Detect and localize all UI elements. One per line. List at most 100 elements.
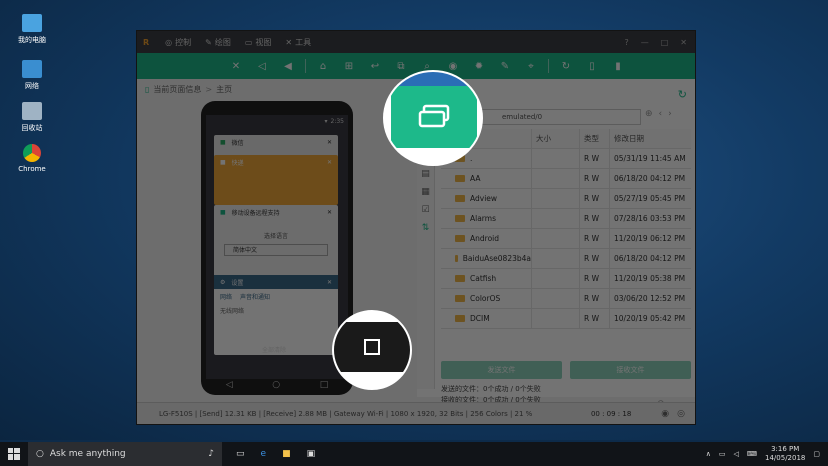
maximize-button[interactable]: □ [661,38,669,47]
settings-tab[interactable]: 网络 [220,292,232,301]
col-type[interactable]: 类型 [579,129,609,148]
nav-forward-icon[interactable]: › [668,109,672,119]
refresh-icon[interactable]: ↻ [678,88,687,101]
phone-alt-icon[interactable]: ▮ [605,56,631,76]
close-card-icon[interactable]: ✕ [327,159,338,166]
close-button[interactable]: ✕ [680,38,687,47]
microphone-icon[interactable]: ♪ [208,449,214,459]
new-folder-icon[interactable]: ⊕ [645,109,653,119]
phone-nav-bar: ◁ ○ □ [206,377,348,393]
desktop-icon-computer[interactable]: 我的电脑 [12,14,52,45]
table-row[interactable]: Adview R W 05/27/19 05:45 PM [441,189,691,209]
wifi-icon: ▾ [324,117,328,125]
col-size[interactable]: 大小 [531,129,579,148]
tray-arrow-icon[interactable]: ∧ [706,450,711,458]
table-row[interactable]: DCIM R W 10/20/19 05:42 PM [441,309,691,329]
file-date: 11/20/19 06:12 PM [609,229,691,248]
network-icon[interactable]: ▭ [719,450,726,458]
volume-up-icon[interactable]: ◀ [275,56,301,76]
menu-draw[interactable]: ✎ 绘图 [205,37,231,48]
close-card-icon[interactable]: ✕ [327,139,338,146]
recent-card-express[interactable]: ■ 快递 ✕ [214,155,338,205]
table-row[interactable]: Catfish R W 11/20/19 05:38 PM [441,269,691,289]
phone-recents-button[interactable]: □ [320,380,329,390]
file-type: R W [579,289,609,308]
brush-icon[interactable]: ✎ [492,56,518,76]
transfer-tab-icon[interactable]: ⇅ [422,223,430,233]
taskbar-search[interactable]: ○ Ask me anything ♪ [28,442,222,466]
file-size [531,289,579,308]
table-row[interactable]: ColorOS R W 03/06/20 12:52 PM [441,289,691,309]
record-icon[interactable]: ◎ [677,409,685,419]
menu-tools[interactable]: ✕ 工具 [285,37,311,48]
file-tab-icon[interactable]: ▤ [421,169,430,179]
col-date[interactable]: 修改日期 [609,129,691,148]
phone-back-button[interactable]: ◁ [226,380,233,390]
nav-back-icon[interactable]: ‹ [659,109,663,119]
doc-tab-icon[interactable]: ▦ [421,187,430,197]
table-row[interactable]: BaiduAse0823b4a R W 06/18/20 04:12 PM [441,249,691,269]
keyboard-icon[interactable]: ⌨ [747,450,757,458]
camera-icon[interactable]: ◉ [661,409,669,419]
table-row[interactable]: . R W 05/31/19 11:45 AM [441,149,691,169]
task-view-icon[interactable]: ▭ [236,449,245,459]
card-title: 微信 [231,139,244,147]
file-side-tabs: ▤ ▦ ☑ ⇅ [417,129,435,389]
send-file-button[interactable]: 发送文件 [441,361,562,379]
phone-home-button[interactable]: ○ [272,380,280,390]
magnified-phone-recents-button [334,322,410,372]
breadcrumb-root[interactable]: 当前页面信息 [153,84,201,95]
file-explorer-icon[interactable]: ■ [282,449,291,459]
mute-icon[interactable]: ✕ [223,56,249,76]
desktop-icon-label: Chrome [18,165,46,173]
desktop-icon-label: 我的电脑 [18,36,46,44]
start-button[interactable] [0,448,28,460]
desktop-icon-network[interactable]: 网络 [12,60,52,91]
table-row[interactable]: Alarms R W 07/28/16 03:53 PM [441,209,691,229]
file-type: R W [579,149,609,168]
file-type: R W [579,309,609,328]
wechat-icon: ■ [220,138,226,146]
check-tab-icon[interactable]: ☑ [421,205,429,215]
desktop-icon-recycle-bin[interactable]: 回收站 [12,102,52,133]
store-icon[interactable]: ▣ [307,449,316,459]
pin-icon[interactable]: ⌖ [518,56,544,76]
phone-icon[interactable]: ▯ [579,56,605,76]
receive-file-button[interactable]: 接收文件 [570,361,691,379]
table-row[interactable]: AA R W 06/18/20 04:12 PM [441,169,691,189]
close-card-icon[interactable]: ✕ [327,279,338,286]
phone-status-bar: ▾ 2:35 [206,115,348,127]
phone-screen[interactable]: ▾ 2:35 ■ 微信 ✕ ■ 快递 ✕ ■ 移动设备远程支持 ✕ 选择语言 简体中文 ⚙ 设… [206,115,348,379]
settings-tabs: 网络 声音和通知 [214,289,338,304]
home-icon[interactable]: ⌂ [310,56,336,76]
close-card-icon[interactable]: ✕ [327,209,338,216]
table-row[interactable]: Android R W 11/20/19 06:12 PM [441,229,691,249]
language-select[interactable]: 简体中文 [224,244,328,256]
apps-icon[interactable]: ⊞ [336,56,362,76]
edge-icon[interactable]: e [261,449,267,459]
windows-logo-icon [8,448,20,460]
desktop-icon-chrome[interactable]: Chrome [12,144,52,173]
status-icons: ◉ ◎ [661,409,685,419]
rotate-icon[interactable]: ↻ [553,56,579,76]
taskbar-clock[interactable]: 3:16 PM 14/05/2018 [765,445,805,463]
menu-control[interactable]: ◎ 控制 [165,37,191,48]
phone-outline-icon: ▯ [145,84,150,94]
menu-view[interactable]: ▭ 视图 [245,37,272,48]
file-name: . [470,154,473,163]
help-button[interactable]: ? [624,38,628,47]
tools-icon: ✕ [285,37,293,47]
minimize-button[interactable]: — [641,38,649,47]
volume-icon[interactable]: ◁ [734,450,739,458]
volume-down-icon[interactable]: ◁ [249,56,275,76]
notifications-icon[interactable]: ▢ [813,450,820,458]
title-bar: R ◎ 控制 ✎ 绘图 ▭ 视图 ✕ 工具 ? — □ ✕ [137,31,695,53]
recent-card-settings[interactable]: ⚙ 设置 ✕ 网络 声音和通知 无线网络 [214,275,338,355]
file-date: 11/20/19 05:38 PM [609,269,691,288]
clear-all-button[interactable]: 全部清除 [262,345,286,354]
chrome-icon [23,144,41,162]
file-name: DCIM [470,314,490,323]
settings-tab[interactable]: 声音和通知 [240,292,270,301]
menu-label: 视图 [255,37,272,47]
recent-card-remote-support[interactable]: ■ 移动设备远程支持 ✕ 选择语言 简体中文 [214,205,338,285]
